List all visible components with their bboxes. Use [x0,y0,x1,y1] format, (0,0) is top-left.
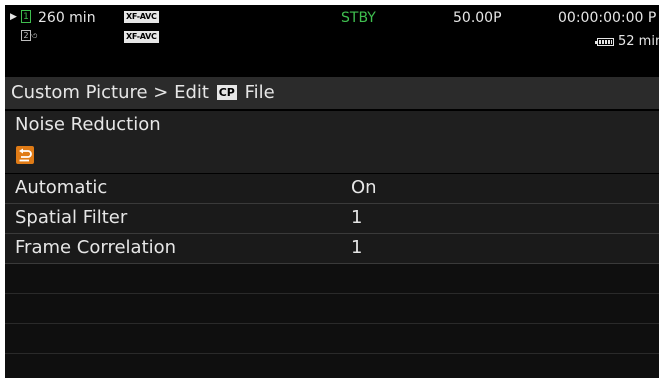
relay-icon: ৩ [31,31,38,42]
remaining-time: 260 min [38,10,96,26]
play-icon: ▶ [10,12,17,22]
menu-item-label: Frame Correlation [15,237,177,258]
timecode: 00:00:00:00 P [558,10,657,26]
menu-item-label: Spatial Filter [15,207,128,228]
return-arrow-icon[interactable] [16,146,34,164]
battery-indicator: 52 min [595,31,659,50]
frame-rate: 50.00P [453,10,502,26]
menu-item-value: 1 [351,237,363,258]
menu-section-header: Noise Reduction [5,111,659,173]
recording-format-1: XF-AVC [124,11,159,23]
card-slot-2-label: 2 [21,30,31,41]
menu-item-value: On [351,177,377,198]
cp-badge: CP [216,85,237,100]
menu-item-spatial-filter[interactable]: Spatial Filter 1 [5,204,659,234]
battery-icon [595,37,614,46]
card-slot-2-icon: 2৩ [21,30,38,43]
menu-item-frame-correlation[interactable]: Frame Correlation 1 [5,234,659,264]
card-slot-1-icon: 1 [21,10,31,23]
recording-format-2: XF-AVC [124,31,159,43]
menu-item-automatic[interactable]: Automatic On [5,174,659,204]
menu-item-value: 1 [351,207,363,228]
breadcrumb-path: Custom Picture > Edit [11,82,209,103]
menu-item-label: Automatic [15,177,108,198]
status-bar: ▶ 1 2৩ 260 min XF-AVC XF-AVC STBY 50.00P… [5,5,659,75]
section-title: Noise Reduction [15,114,161,135]
camera-screen: ▶ 1 2৩ 260 min XF-AVC XF-AVC STBY 50.00P… [5,5,659,378]
menu-list: Automatic On Spatial Filter 1 Frame Corr… [5,174,659,378]
empty-row [5,324,659,354]
menu-breadcrumb-bar: Custom Picture > Edit CP File [5,77,659,109]
breadcrumb-file: File [244,82,275,103]
recording-status: STBY [341,10,376,26]
menu-breadcrumb: Custom Picture > Edit CP File [11,82,275,103]
empty-row [5,264,659,294]
empty-row [5,354,659,378]
empty-row [5,294,659,324]
battery-remaining: 52 min [618,34,659,49]
